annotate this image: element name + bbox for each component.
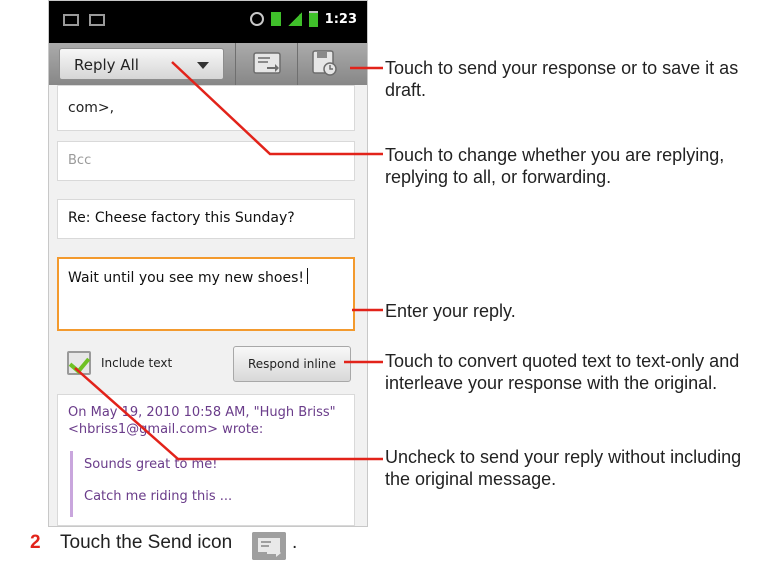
reply-mode-label: Reply All <box>74 56 139 74</box>
reply-mode-spinner[interactable]: Reply All <box>59 48 224 80</box>
save-draft-icon[interactable] <box>311 49 339 77</box>
bcc-field[interactable]: Bcc <box>57 141 355 181</box>
callout-enter-reply: Enter your reply. <box>385 301 516 321</box>
message-body-value: Wait until you see my new shoes! <box>68 270 304 286</box>
to-field[interactable]: com>, <box>57 85 355 131</box>
step-instruction: Touch the Send icon <box>60 532 233 553</box>
notification-icons <box>63 14 105 26</box>
bcc-placeholder: Bcc <box>68 153 92 168</box>
status-icons: 1:23 <box>249 11 357 27</box>
action-bar: Reply All <box>49 43 367 85</box>
send-icon <box>252 532 286 560</box>
include-text-checkbox[interactable] <box>67 351 91 375</box>
phone-screen: 1:23 Reply All com>, Bcc Re: Cheese fact <box>48 0 368 527</box>
screen-notification-icon <box>89 14 105 26</box>
include-text-label: Include text <box>101 356 173 370</box>
subject-value: Re: Cheese factory this Sunday? <box>68 210 295 226</box>
status-time: 1:23 <box>324 11 357 27</box>
step-period: . <box>292 532 298 553</box>
text-cursor <box>306 268 308 284</box>
quoted-line: Sounds great to me! <box>84 457 218 472</box>
quote-controls: Include text Respond inline <box>57 346 357 382</box>
callout-respond-inline: Touch to convert quoted text to text-onl… <box>385 351 740 393</box>
gps-icon <box>249 12 264 26</box>
callout-reply-mode: Touch to change whether you are replying… <box>385 145 725 187</box>
step-number: 2 <box>30 532 41 553</box>
callout-include-text: Uncheck to send your reply without inclu… <box>385 447 742 489</box>
checkmark-icon <box>68 351 91 375</box>
respond-inline-button[interactable]: Respond inline <box>233 346 351 382</box>
subject-field[interactable]: Re: Cheese factory this Sunday? <box>57 199 355 239</box>
callout-send-save: Touch to send your response or to save i… <box>385 58 739 100</box>
send-icon[interactable] <box>253 51 281 75</box>
action-bar-divider <box>297 43 298 85</box>
to-field-overflow <box>68 80 72 95</box>
to-field-value: com>, <box>68 100 115 116</box>
network-icon <box>270 12 281 26</box>
email-notification-icon <box>63 14 79 26</box>
message-body-text: Wait until you see my new shoes! <box>68 268 308 286</box>
quoted-header: On May 19, 2010 10:58 AM, "Hugh Briss" <… <box>68 405 336 437</box>
quote-bar <box>70 451 73 517</box>
battery-icon <box>308 11 318 27</box>
message-body-field[interactable]: Wait until you see my new shoes! <box>57 257 355 331</box>
status-bar: 1:23 <box>49 1 367 43</box>
quoted-message: On May 19, 2010 10:58 AM, "Hugh Briss" <… <box>57 394 355 526</box>
chevron-down-icon <box>197 62 209 69</box>
action-bar-divider <box>235 43 236 85</box>
quoted-line: Catch me riding this ... <box>84 489 233 504</box>
signal-icon <box>287 12 302 26</box>
